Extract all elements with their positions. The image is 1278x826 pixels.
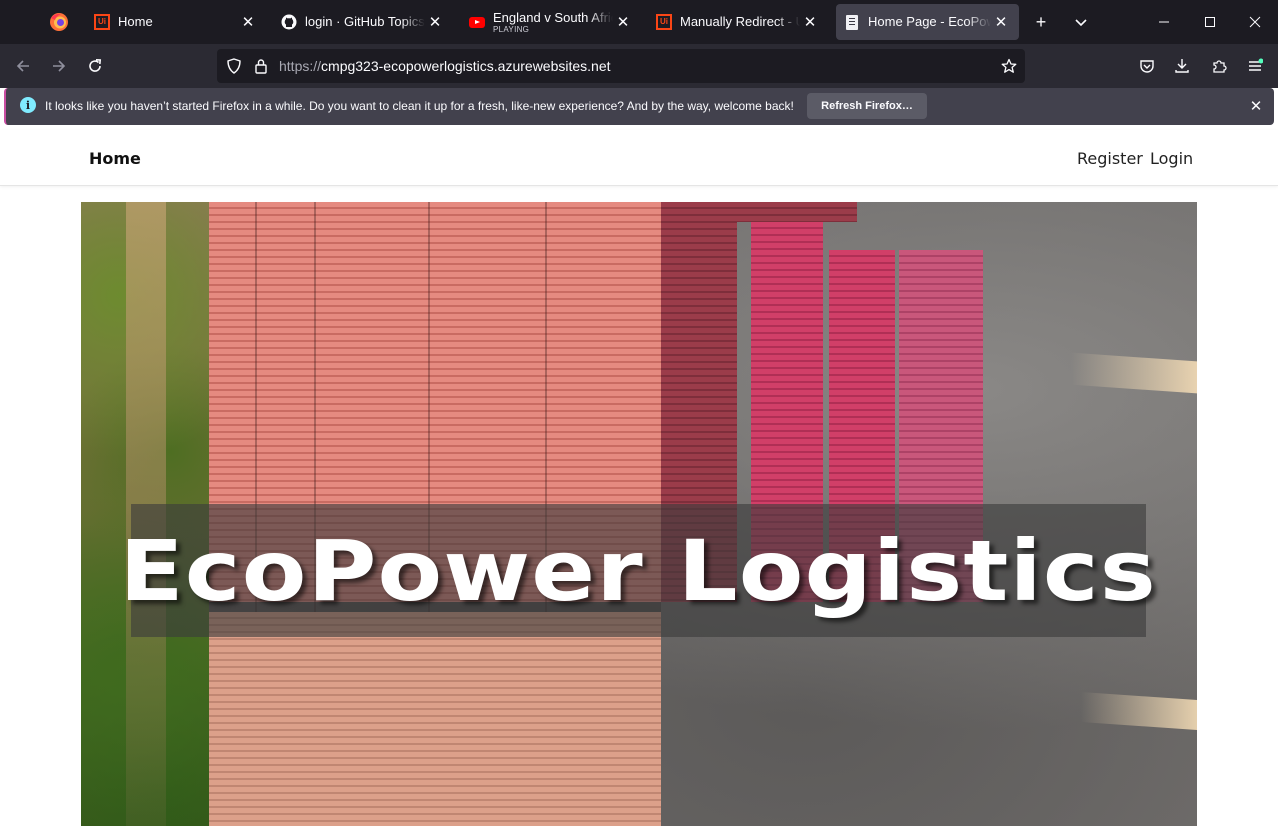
tab-title-text: England v South Africa | (493, 10, 613, 25)
tab-title: Home Page - EcoPower_ (868, 15, 991, 29)
tab-github-topics[interactable]: login · GitHub Topics · Gi ✕ (273, 4, 453, 40)
back-arrow-icon[interactable] (7, 50, 39, 82)
tab-manually-redirect[interactable]: Ui Manually Redirect - UiPa ✕ (648, 4, 828, 40)
reload-icon[interactable] (79, 50, 111, 82)
close-tab-icon[interactable]: ✕ (238, 12, 258, 32)
tab-title: Home (118, 15, 153, 29)
address-bar[interactable]: https://cmpg323-ecopowerlogistics.azurew… (217, 49, 1025, 83)
page-icon (844, 14, 860, 30)
navigation-toolbar: https://cmpg323-ecopowerlogistics.azurew… (0, 44, 1278, 88)
minimize-icon[interactable] (1141, 0, 1187, 44)
register-link[interactable]: Register (1077, 149, 1143, 168)
close-tab-icon[interactable]: ✕ (800, 12, 820, 32)
uipath-icon: Ui (94, 14, 110, 30)
close-tab-icon[interactable]: ✕ (991, 12, 1011, 32)
tab-title: England v South Africa | PLAYING (493, 11, 613, 34)
login-link[interactable]: Login (1150, 149, 1193, 168)
close-tab-icon[interactable]: ✕ (425, 12, 445, 32)
url-host: cmpg323-ecopowerlogistics.azurewebsites.… (321, 58, 611, 74)
tab-home[interactable]: Ui Home ✕ (86, 4, 266, 40)
new-tab-button[interactable]: + (1027, 8, 1055, 36)
extensions-puzzle-icon[interactable] (1203, 50, 1235, 82)
pocket-icon[interactable] (1131, 50, 1163, 82)
hero-banner: EcoPower Logistics (81, 202, 1197, 826)
notification-message: It looks like you haven’t started Firefo… (45, 99, 794, 113)
youtube-icon (469, 14, 485, 30)
lock-icon[interactable] (252, 57, 270, 75)
tab-title: Manually Redirect - UiPa (680, 15, 800, 29)
refresh-firefox-button[interactable]: Refresh Firefox… (807, 93, 927, 119)
info-icon: i (20, 97, 36, 113)
hero-title: EcoPower Logistics (119, 521, 1158, 620)
bookmark-star-icon[interactable] (1000, 57, 1018, 75)
close-tab-icon[interactable]: ✕ (613, 12, 633, 32)
app-menu-hamburger-icon[interactable] (1239, 50, 1271, 82)
close-window-icon[interactable] (1232, 0, 1278, 44)
list-all-tabs-icon[interactable] (1067, 8, 1095, 36)
refresh-firefox-notification: i It looks like you haven’t started Fire… (4, 88, 1274, 125)
shipping-container (209, 612, 661, 826)
shipping-container (737, 202, 857, 222)
firefox-view-icon[interactable] (48, 11, 70, 33)
url-text[interactable]: https://cmpg323-ecopowerlogistics.azurew… (279, 58, 611, 74)
uipath-icon: Ui (656, 14, 672, 30)
site-navbar: Home Register Login (0, 130, 1278, 186)
tab-title: login · GitHub Topics · Gi (305, 15, 425, 29)
site-brand-home-link[interactable]: Home (89, 149, 141, 168)
close-notification-icon[interactable]: ✕ (1246, 96, 1266, 116)
hero-title-overlay: EcoPower Logistics (120, 504, 1156, 637)
url-scheme: https:// (279, 58, 322, 74)
tab-ecopower-home[interactable]: Home Page - EcoPower_ ✕ (836, 4, 1019, 40)
tab-youtube-cricket[interactable]: England v South Africa | PLAYING ✕ (461, 4, 641, 40)
tab-strip: Ui Home ✕ login · GitHub Topics · Gi ✕ E… (0, 0, 1278, 44)
downloads-icon[interactable] (1166, 50, 1198, 82)
maximize-icon[interactable] (1187, 0, 1233, 44)
github-icon (281, 14, 297, 30)
tracking-protection-shield-icon[interactable] (225, 57, 243, 75)
tab-playing-label: PLAYING (493, 24, 530, 34)
forward-arrow-icon[interactable] (43, 50, 75, 82)
